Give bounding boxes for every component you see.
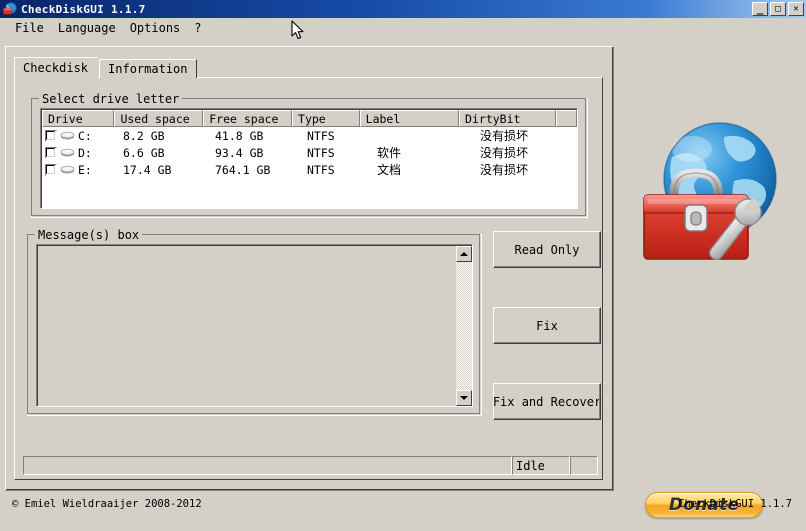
dirtybit-cell: 没有损坏	[480, 163, 529, 177]
footer: © Emiel Wieldraaijer 2008-2012 CheckDisk…	[0, 498, 806, 531]
table-row[interactable]: C: 8.2 GB 41.8 GB NTFS 没有损坏	[42, 127, 577, 144]
column-header-drive[interactable]: Drive	[42, 110, 115, 127]
free-space-cell: 41.8 GB	[215, 128, 264, 143]
type-cell: NTFS	[307, 128, 335, 143]
status-end-panel	[570, 456, 598, 475]
used-space-cell: 8.2 GB	[123, 128, 165, 143]
type-cell: NTFS	[307, 162, 335, 177]
read-only-button[interactable]: Read Only	[493, 231, 601, 268]
table-row[interactable]: D: 6.6 GB 93.4 GB NTFS 软件 没有损坏	[42, 144, 577, 161]
client-area: Checkdisk Information Select drive lette…	[0, 37, 806, 531]
menu-item-language[interactable]: Language	[51, 20, 123, 36]
drive-checkbox[interactable]	[45, 163, 57, 176]
status-state-panel: Idle	[512, 456, 570, 475]
label-cell: 文档	[377, 163, 402, 177]
menu-bar: File Language Options ?	[0, 18, 806, 37]
status-message-panel	[23, 456, 512, 475]
message-box[interactable]	[36, 244, 473, 407]
app-logo-globe-toolbox-icon	[628, 109, 800, 281]
maximize-icon: □	[775, 3, 781, 14]
hard-drive-icon	[60, 164, 75, 175]
dirtybit-cell: 没有损坏	[480, 129, 529, 143]
drive-list[interactable]: Drive Used space Free space Type Label D…	[40, 108, 578, 209]
chevron-up-icon	[460, 252, 468, 256]
column-header-dirtybit[interactable]: DirtyBit	[459, 110, 556, 127]
hard-drive-icon	[60, 130, 75, 141]
free-space-cell: 764.1 GB	[215, 162, 271, 177]
status-bar: Idle	[23, 456, 598, 475]
menu-item-file[interactable]: File	[8, 20, 51, 36]
hard-drive-icon	[60, 147, 75, 158]
chevron-down-icon	[460, 396, 468, 400]
label-cell	[371, 127, 474, 144]
drive-letter: D:	[78, 145, 92, 160]
drive-cell: E:	[42, 161, 117, 178]
title-bar[interactable]: CheckDiskGUI 1.1.7 _ □ ✕	[0, 0, 806, 18]
window-controls: _ □ ✕	[752, 2, 804, 16]
message-box-groupbox: Message(s) box	[27, 228, 482, 416]
main-panel: Checkdisk Information Select drive lette…	[5, 46, 614, 491]
drive-letter: E:	[78, 162, 92, 177]
menu-item-help[interactable]: ?	[187, 20, 208, 36]
fix-and-recover-button[interactable]: Fix and Recover	[493, 383, 601, 420]
type-cell: NTFS	[307, 145, 335, 160]
message-box-label: Message(s) box	[35, 228, 143, 242]
used-space-cell: 17.4 GB	[123, 162, 172, 177]
tab-strip: Checkdisk Information	[14, 57, 197, 78]
tab-page-checkdisk: Select drive letter Drive Used space Fre…	[14, 77, 603, 480]
drive-list-inner: Drive Used space Free space Type Label D…	[41, 109, 577, 208]
label-cell: 软件	[377, 146, 402, 160]
minimize-icon: _	[756, 2, 764, 15]
fix-and-recover-label: Fix and Recover	[492, 394, 602, 409]
column-header-type[interactable]: Type	[292, 110, 360, 127]
select-drive-label: Select drive letter	[39, 92, 183, 106]
select-drive-groupbox: Select drive letter Drive Used space Fre…	[31, 92, 588, 218]
column-header-free-space[interactable]: Free space	[203, 110, 293, 127]
checkdiskgui-window: CheckDiskGUI 1.1.7 _ □ ✕ File Language O…	[0, 0, 806, 531]
tab-information[interactable]: Information	[99, 59, 197, 78]
dirtybit-cell: 没有损坏	[480, 146, 529, 160]
column-header-label[interactable]: Label	[359, 110, 460, 127]
column-header-spacer[interactable]	[555, 110, 577, 127]
drive-letter: C:	[78, 128, 92, 143]
read-only-label: Read Only	[514, 242, 580, 257]
drive-cell: D:	[42, 144, 117, 161]
message-scrollbar[interactable]	[456, 246, 472, 406]
table-row[interactable]: E: 17.4 GB 764.1 GB NTFS 文档 没有损坏	[42, 161, 577, 178]
maximize-button[interactable]: □	[770, 2, 786, 16]
drive-checkbox[interactable]	[45, 146, 57, 159]
copyright-text: © Emiel Wieldraaijer 2008-2012	[12, 498, 202, 510]
tab-checkdisk[interactable]: Checkdisk	[14, 57, 99, 78]
version-text: CheckDiskGUI 1.1.7	[678, 498, 792, 510]
message-box-inner	[37, 245, 472, 406]
app-icon	[2, 2, 18, 16]
used-space-cell: 6.6 GB	[123, 145, 165, 160]
close-icon: ✕	[793, 3, 799, 14]
drive-list-header: Drive Used space Free space Type Label D…	[42, 110, 577, 127]
fix-button[interactable]: Fix	[493, 307, 601, 344]
fix-label: Fix	[536, 318, 558, 333]
minimize-button[interactable]: _	[752, 2, 768, 16]
free-space-cell: 93.4 GB	[215, 145, 264, 160]
drive-checkbox[interactable]	[45, 129, 57, 142]
close-button[interactable]: ✕	[788, 2, 804, 16]
menu-item-options[interactable]: Options	[123, 20, 188, 36]
scroll-up-button[interactable]	[456, 246, 472, 262]
window-title: CheckDiskGUI 1.1.7	[21, 2, 146, 16]
drive-cell: C:	[42, 127, 117, 144]
message-text[interactable]	[40, 247, 455, 406]
column-header-used-space[interactable]: Used space	[114, 110, 204, 127]
scroll-down-button[interactable]	[456, 390, 472, 406]
